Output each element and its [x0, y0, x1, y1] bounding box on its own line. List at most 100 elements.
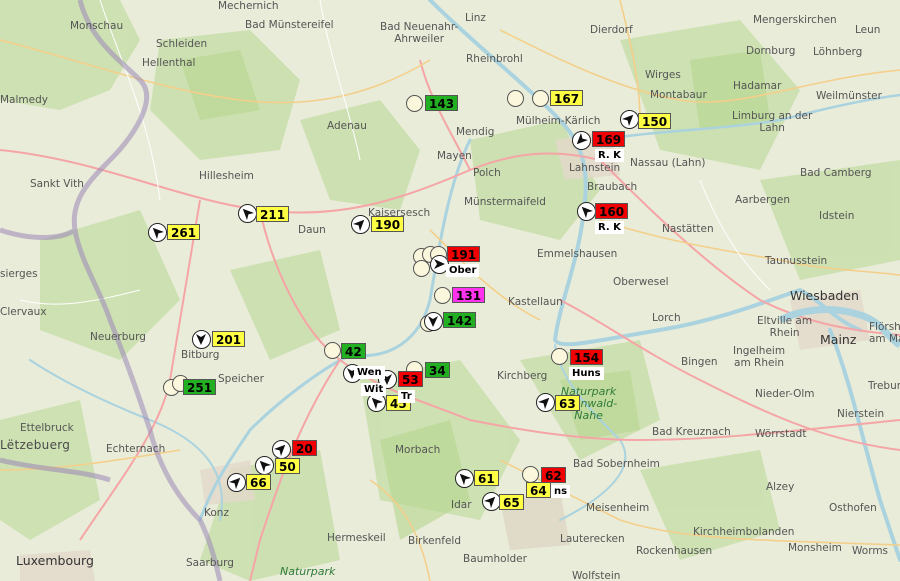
- place-label: Birkenfeld: [408, 535, 461, 547]
- place-label: Flörshei am Ma: [869, 321, 900, 345]
- place-label: Bitburg: [181, 349, 220, 361]
- place-label: Luxembourg: [16, 553, 94, 568]
- station-marker[interactable]: [532, 90, 549, 107]
- place-label: Mengerskirchen: [753, 14, 837, 26]
- count-badge[interactable]: 63: [555, 395, 580, 411]
- count-badge[interactable]: 160: [595, 203, 629, 219]
- place-label: Rockenhausen: [636, 545, 713, 557]
- station-marker[interactable]: [551, 348, 568, 365]
- place-label: Rheinbrohl: [466, 53, 523, 65]
- count-badge[interactable]: 62: [541, 467, 566, 483]
- count-badge[interactable]: 53: [398, 371, 423, 387]
- place-label: Dierdorf: [590, 24, 633, 36]
- place-label: Bad Münstereifel: [245, 19, 334, 31]
- count-badge[interactable]: 190: [371, 216, 405, 232]
- count-badge[interactable]: 154: [570, 349, 604, 365]
- place-label: Idar: [451, 499, 472, 511]
- place-label: Hermeskeil: [327, 532, 386, 544]
- station-name-tag: R. K: [595, 149, 624, 162]
- count-badge[interactable]: 65: [499, 494, 524, 510]
- count-badge[interactable]: 20: [292, 440, 317, 456]
- place-label: sierges: [0, 268, 38, 280]
- place-label: Leun: [855, 24, 881, 36]
- count-badge[interactable]: 167: [550, 90, 584, 106]
- arrow-marker-icon[interactable]: [577, 202, 596, 221]
- count-badge[interactable]: 191: [447, 246, 481, 262]
- count-badge[interactable]: 169: [592, 131, 626, 147]
- count-badge[interactable]: 143: [425, 95, 459, 111]
- station-marker[interactable]: [413, 260, 430, 277]
- arrow-marker-icon[interactable]: [238, 204, 257, 223]
- place-label: Eltville am Rhein: [757, 315, 813, 339]
- count-badge[interactable]: 64: [526, 482, 551, 498]
- arrow-marker-icon[interactable]: [192, 330, 211, 349]
- arrow-marker-icon[interactable]: [455, 469, 474, 488]
- place-label: Münstermaifeld: [464, 196, 546, 208]
- place-label: Lëtzebuerg: [0, 438, 71, 452]
- place-label: Adenau: [327, 120, 367, 132]
- station-name-tag: Huns: [569, 367, 604, 380]
- place-label: Echternach: [106, 443, 166, 455]
- station-marker[interactable]: [324, 342, 341, 359]
- place-label: Mülheim-Kärlich: [516, 115, 601, 127]
- station-marker[interactable]: [522, 466, 539, 483]
- place-label: Wolfstein: [572, 570, 621, 581]
- place-label: Emmelshausen: [537, 248, 618, 260]
- arrow-marker-icon[interactable]: [620, 110, 639, 129]
- place-label: Wörrstadt: [755, 428, 807, 440]
- place-label: Kastellaun: [508, 296, 563, 308]
- place-label: Monschau: [70, 20, 124, 32]
- station-name-tag: Tr: [398, 390, 415, 403]
- place-label: Clervaux: [0, 306, 47, 318]
- count-badge[interactable]: 150: [638, 113, 672, 129]
- place-label: Neuerburg: [90, 331, 146, 343]
- map-view[interactable]: Mechernich Monschau Bad Münstereifel Sch…: [0, 0, 900, 581]
- arrow-marker-icon[interactable]: [148, 223, 167, 242]
- place-label: Wirges: [645, 69, 681, 81]
- arrow-marker-icon[interactable]: [351, 215, 370, 234]
- station-marker[interactable]: [507, 90, 524, 107]
- station-marker[interactable]: [434, 287, 451, 304]
- arrow-marker-icon[interactable]: [424, 312, 443, 331]
- count-badge[interactable]: 251: [183, 379, 217, 395]
- count-badge[interactable]: 61: [474, 470, 499, 486]
- place-label: Nastätten: [662, 223, 714, 235]
- place-label: Mayen: [437, 150, 472, 162]
- place-label: Nieder-Olm: [755, 388, 815, 400]
- place-label: Alzey: [766, 481, 795, 493]
- arrow-marker-icon[interactable]: [536, 393, 555, 412]
- place-label: Kirchheimbolanden: [693, 526, 795, 538]
- station-name-tag: ns: [551, 485, 571, 498]
- station-name-tag: Ober: [446, 264, 480, 277]
- place-label: Weilmünster: [816, 90, 882, 102]
- station-marker[interactable]: [406, 95, 423, 112]
- place-label: Baumholder: [463, 553, 527, 565]
- count-badge[interactable]: 50: [275, 458, 300, 474]
- place-label: Montabaur: [650, 89, 707, 101]
- arrow-marker-icon[interactable]: [255, 456, 274, 475]
- count-badge[interactable]: 131: [452, 287, 486, 303]
- count-badge[interactable]: 261: [167, 224, 201, 240]
- count-badge[interactable]: 211: [256, 206, 290, 222]
- place-label: Limburg an der Lahn: [732, 110, 813, 134]
- count-badge[interactable]: 201: [212, 331, 246, 347]
- place-label: Hellenthal: [142, 57, 196, 69]
- place-label: Lahnstein: [569, 162, 621, 174]
- place-label: Wiesbaden: [790, 288, 859, 303]
- place-label: Ettelbruck: [20, 422, 74, 434]
- arrow-marker-icon[interactable]: [272, 440, 291, 459]
- place-label: Aarbergen: [735, 194, 790, 206]
- count-badge[interactable]: 42: [341, 343, 366, 359]
- place-label: Polch: [473, 167, 501, 179]
- place-label: Bad Camberg: [800, 167, 872, 179]
- place-label: Morbach: [395, 444, 441, 456]
- arrow-marker-icon[interactable]: [572, 131, 591, 150]
- count-badge[interactable]: 142: [443, 312, 477, 328]
- place-label: Lauterecken: [560, 533, 625, 545]
- station-name-tag: Wen: [354, 366, 385, 379]
- place-label: Nierstein: [837, 408, 885, 420]
- arrow-marker-icon[interactable]: [227, 473, 246, 492]
- place-label: Daun: [298, 224, 326, 236]
- count-badge[interactable]: 66: [246, 474, 271, 490]
- count-badge[interactable]: 34: [425, 362, 450, 378]
